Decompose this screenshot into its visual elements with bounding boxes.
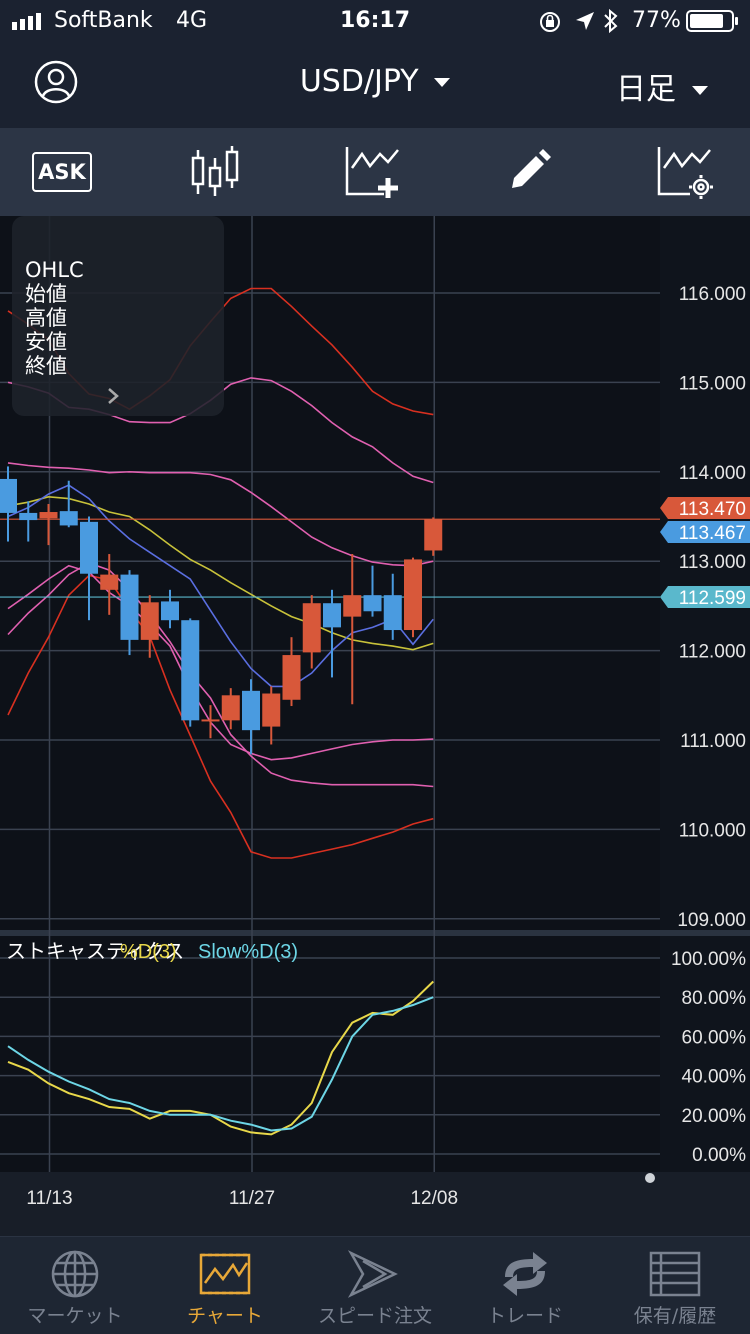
indicator-settings-icon[interactable] <box>656 144 716 200</box>
location-icon <box>576 12 594 30</box>
chevron-right-icon[interactable] <box>106 386 120 406</box>
price-axis-label: 111.000 <box>680 731 746 752</box>
stoch-axis-label: 100.00% <box>671 949 746 970</box>
candle-body <box>262 693 281 727</box>
candle-body <box>323 603 341 628</box>
ohlc-high-label: 高値 <box>25 306 67 330</box>
candle-body <box>201 719 220 722</box>
candle-body <box>161 601 179 621</box>
bid-price-tag: 113.467 <box>679 523 746 544</box>
ohlc-low-label: 安値 <box>25 330 67 354</box>
x-axis-label: 11/27 <box>229 1188 275 1209</box>
price-axis-label: 116.000 <box>679 284 746 305</box>
candle-body <box>181 620 200 721</box>
chart-toolbar: ASK <box>0 128 750 216</box>
currency-pair-label: USD/JPY <box>299 64 419 99</box>
tab-history[interactable]: 保有/履歴 <box>600 1237 750 1334</box>
timeframe-selector[interactable]: 日足 <box>616 64 708 108</box>
battery-percent: 77% <box>632 8 681 33</box>
ohlc-info-panel[interactable]: OHLC 始値 高値 安値 終値 <box>12 216 224 416</box>
stoch-axis-label: 60.00% <box>682 1027 747 1048</box>
speed-order-icon <box>347 1250 398 1298</box>
candle-body <box>140 602 159 640</box>
x-axis-label: 12/08 <box>410 1188 458 1209</box>
candle-body <box>0 478 17 513</box>
bluetooth-icon <box>604 8 618 34</box>
tab-label: チャート <box>187 1305 263 1327</box>
tab-label: 保有/履歴 <box>633 1305 717 1327</box>
candle-body <box>80 521 98 574</box>
candle-body <box>100 574 119 590</box>
chevron-down-icon <box>691 85 708 95</box>
candle-body <box>363 595 382 612</box>
price-axis-label: 113.000 <box>679 552 746 573</box>
candle-body <box>404 559 422 631</box>
rotation-lock-icon <box>540 12 560 32</box>
stoch-d-legend: %D(3) <box>120 941 177 963</box>
candle-body <box>242 690 260 731</box>
history-icon <box>649 1251 701 1297</box>
candlestick-icon[interactable] <box>190 144 242 200</box>
ask-price-tag: 113.470 <box>679 499 746 520</box>
price-axis-label: 110.000 <box>679 820 746 841</box>
tab-label: スピード注文 <box>317 1305 432 1327</box>
tab-trade[interactable]: トレード <box>450 1237 600 1334</box>
stoch-axis-label: 80.00% <box>682 988 747 1009</box>
trade-icon <box>503 1252 547 1296</box>
nav-header: USD/JPY 日足 <box>0 42 750 128</box>
stoch-axis-label: 0.00% <box>692 1145 746 1166</box>
globe-icon <box>51 1250 99 1298</box>
ohlc-open-label: 始値 <box>25 282 67 306</box>
candle-body <box>59 511 78 526</box>
tab-label: トレード <box>486 1305 563 1327</box>
timeframe-label: 日足 <box>616 72 676 107</box>
candle-body <box>282 655 301 700</box>
ask-toggle-button[interactable]: ASK <box>32 152 92 192</box>
price-axis-label: 114.000 <box>679 463 746 484</box>
candle-body <box>19 512 38 521</box>
scroll-indicator-dot <box>645 1173 655 1183</box>
tab-chart[interactable]: チャート <box>150 1237 300 1334</box>
candle-body <box>120 574 139 640</box>
candle-body <box>383 595 402 631</box>
tab-market[interactable]: マーケット <box>0 1237 150 1334</box>
panel-divider <box>0 930 750 936</box>
chevron-down-icon <box>434 77 451 87</box>
bottom-tab-bar: マーケット チャート スピード注文 トレード 保有/履歴 <box>0 1236 750 1334</box>
chart-icon <box>199 1253 251 1295</box>
candle-body <box>39 512 58 519</box>
candle-body <box>424 519 443 551</box>
ohlc-title: OHLC <box>25 258 84 282</box>
candle-body <box>302 603 321 653</box>
ask-label: ASK <box>38 160 86 184</box>
pencil-icon[interactable] <box>506 146 554 194</box>
ohlc-close-label: 終値 <box>25 354 67 378</box>
candle-body <box>343 595 362 617</box>
price-axis-label: 109.000 <box>677 910 746 931</box>
add-indicator-icon[interactable] <box>344 144 404 200</box>
tab-label: マーケット <box>27 1305 123 1327</box>
x-axis-bg <box>0 1172 750 1236</box>
x-axis-label: 11/13 <box>26 1188 72 1209</box>
stoch-axis-label: 40.00% <box>682 1067 747 1088</box>
stoch-slow-d-line <box>7 996 434 1132</box>
reference-price-tag: 112.599 <box>679 588 746 609</box>
price-axis-label: 115.000 <box>679 373 746 394</box>
stoch-slow-legend: Slow%D(3) <box>198 941 298 963</box>
tab-speed-order[interactable]: スピード注文 <box>300 1237 450 1334</box>
candle-body <box>221 695 240 721</box>
status-bar: SoftBank 4G 16:17 77% <box>0 0 750 42</box>
price-axis-label: 112.000 <box>679 642 746 663</box>
battery-icon <box>686 10 738 32</box>
stoch-axis-label: 20.00% <box>682 1106 747 1127</box>
stoch-d-line <box>7 980 434 1136</box>
